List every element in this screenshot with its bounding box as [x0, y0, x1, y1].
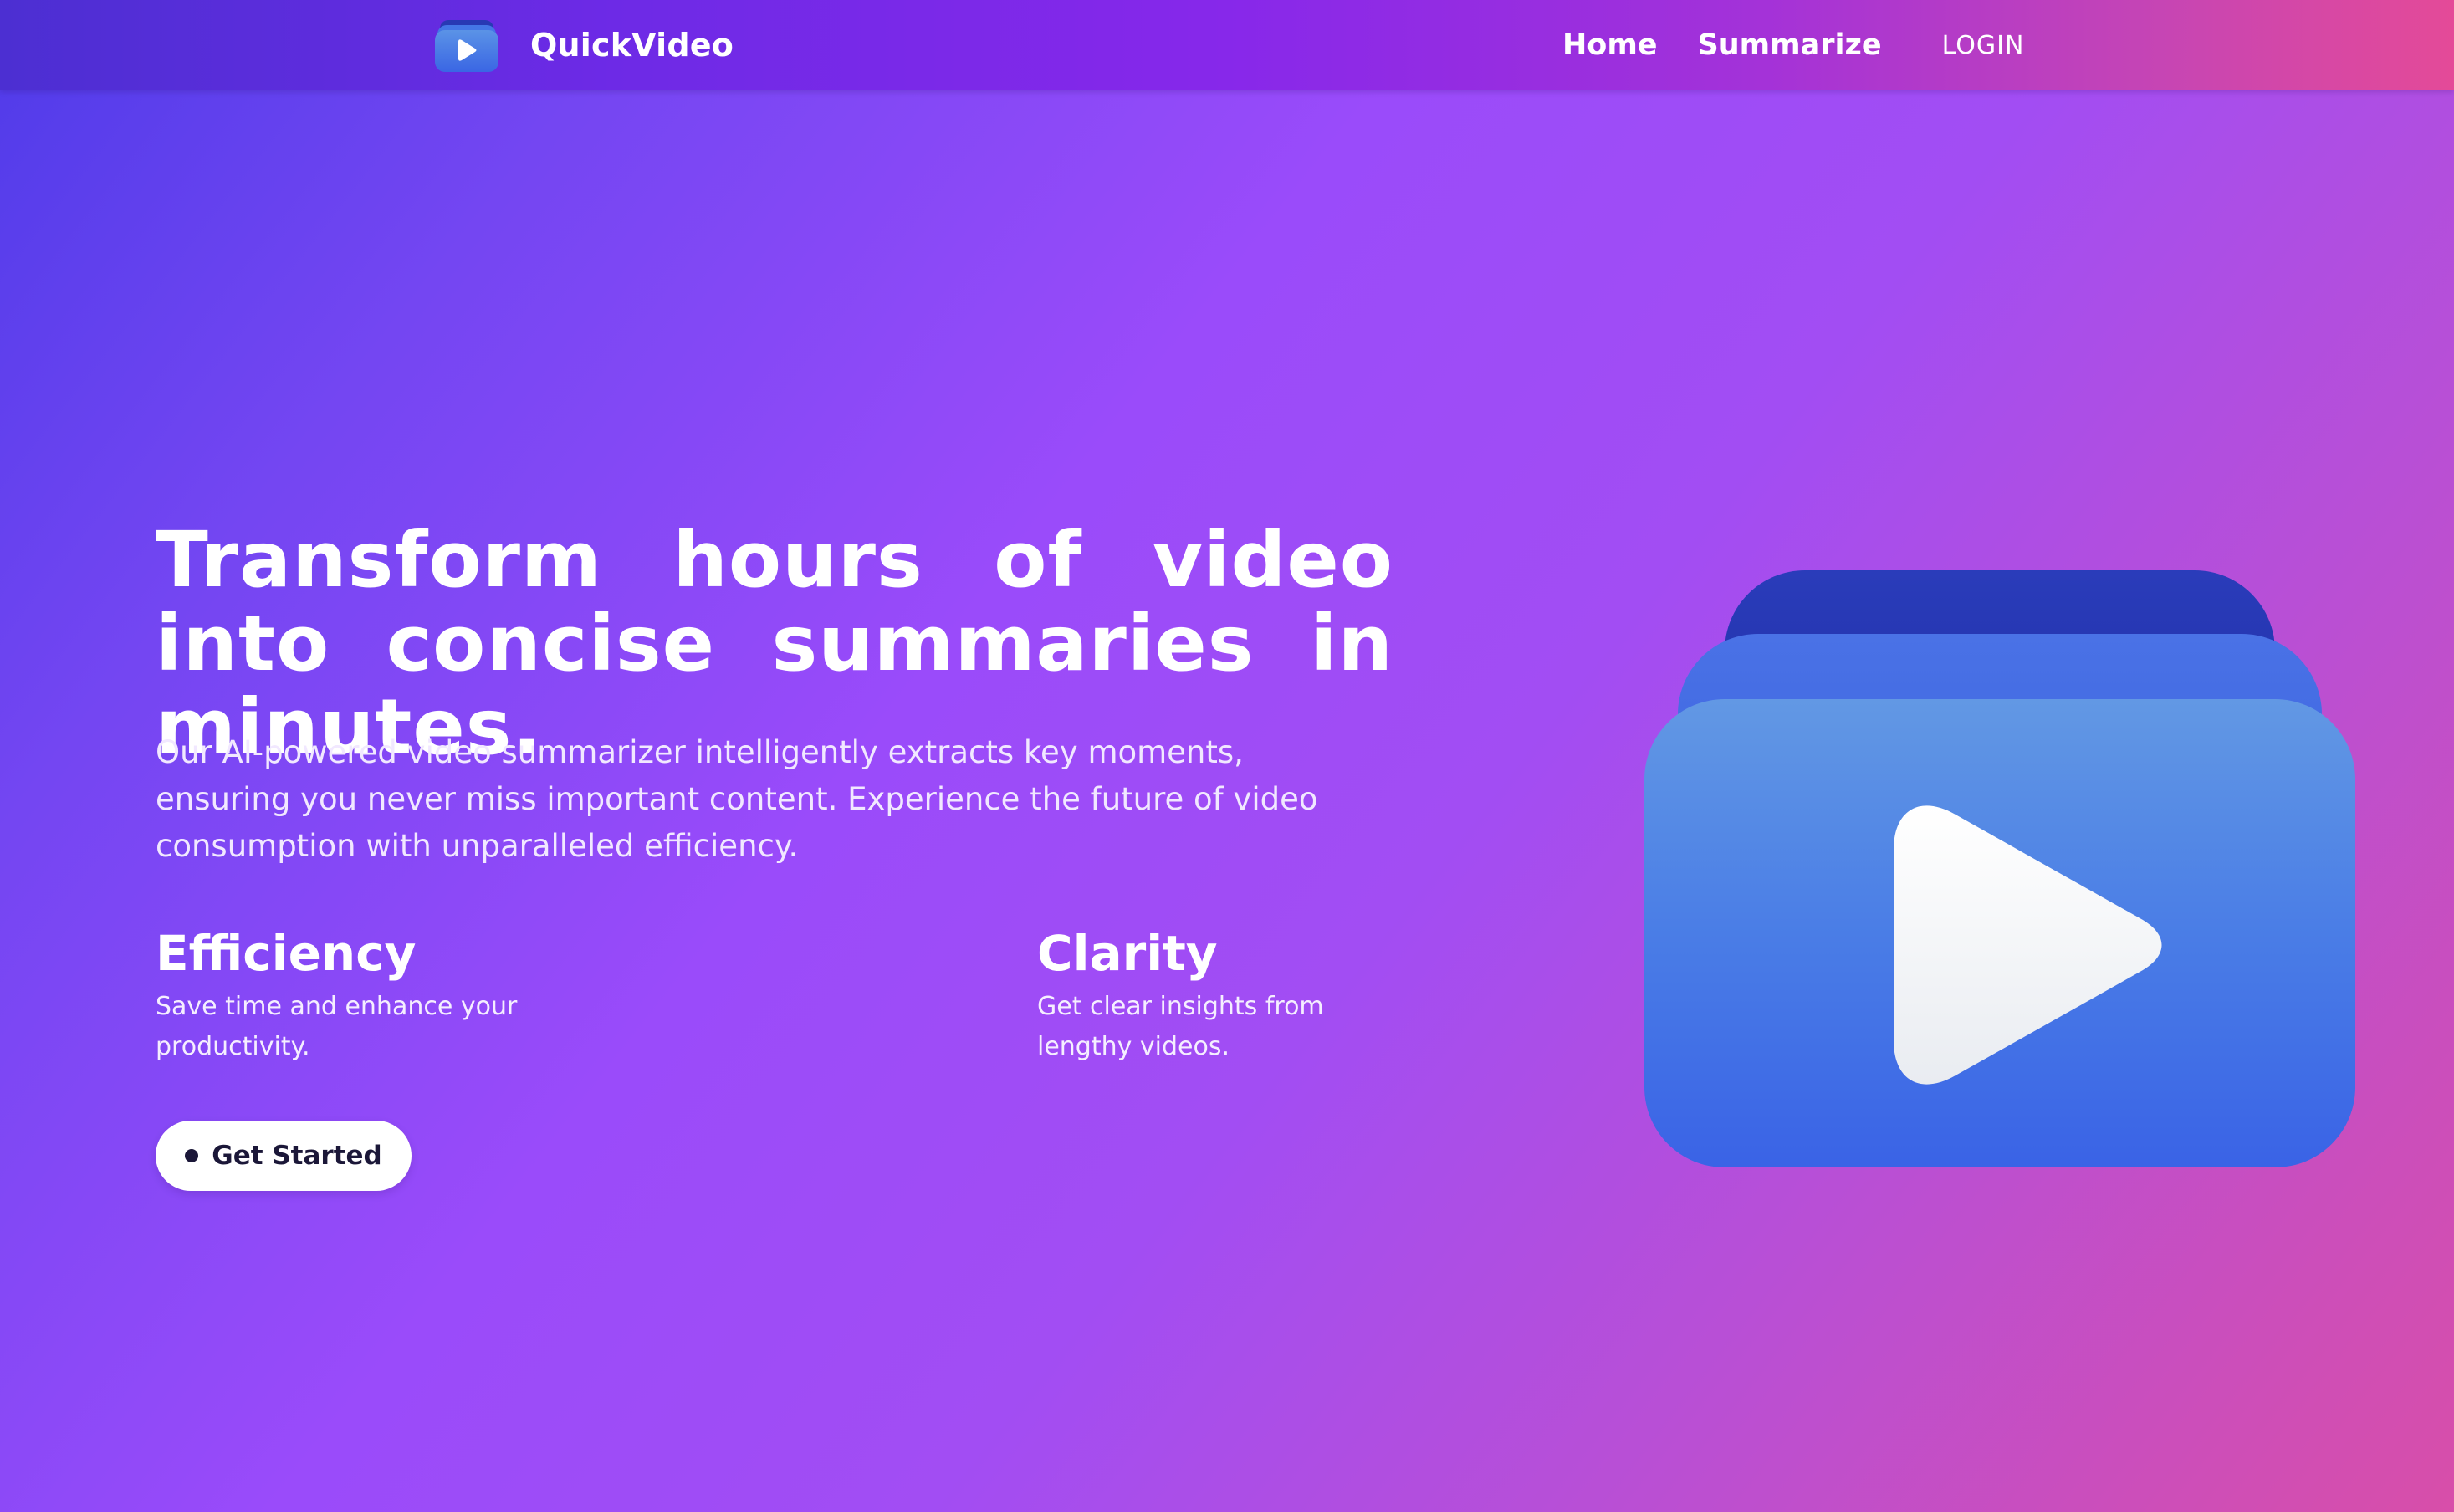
hero-description: Our AI-powered video summarizer intellig… — [156, 734, 1318, 864]
feature-efficiency: Efficiency Save time and enhance your pr… — [156, 920, 557, 1067]
get-started-button[interactable]: Get Started — [156, 1121, 412, 1191]
nav-login-link[interactable]: LOGIN — [1942, 31, 2025, 60]
nav-summarize-link[interactable]: Summarize — [1698, 28, 1882, 62]
feature-title: Efficiency — [156, 925, 417, 982]
feature-title: Clarity — [1037, 925, 1218, 982]
get-started-label: Get Started — [212, 1141, 382, 1171]
brand[interactable]: QuickVideo — [435, 18, 734, 72]
video-play-stack-icon — [435, 18, 498, 72]
feature-clarity: Clarity Get clear insights from lengthy … — [1037, 920, 1388, 1067]
feature-text: Get clear insights from lengthy videos. — [1037, 992, 1324, 1061]
brand-name: QuickVideo — [530, 27, 734, 64]
video-play-stack-icon — [1644, 570, 2355, 1167]
main-nav: Home Summarize LOGIN — [1562, 22, 2024, 69]
nav-home-link[interactable]: Home — [1562, 28, 1658, 62]
feature-text: Save time and enhance your productivity. — [156, 992, 518, 1061]
top-navbar: QuickVideo Home Summarize LOGIN — [0, 0, 2454, 90]
dot-icon — [185, 1149, 199, 1162]
